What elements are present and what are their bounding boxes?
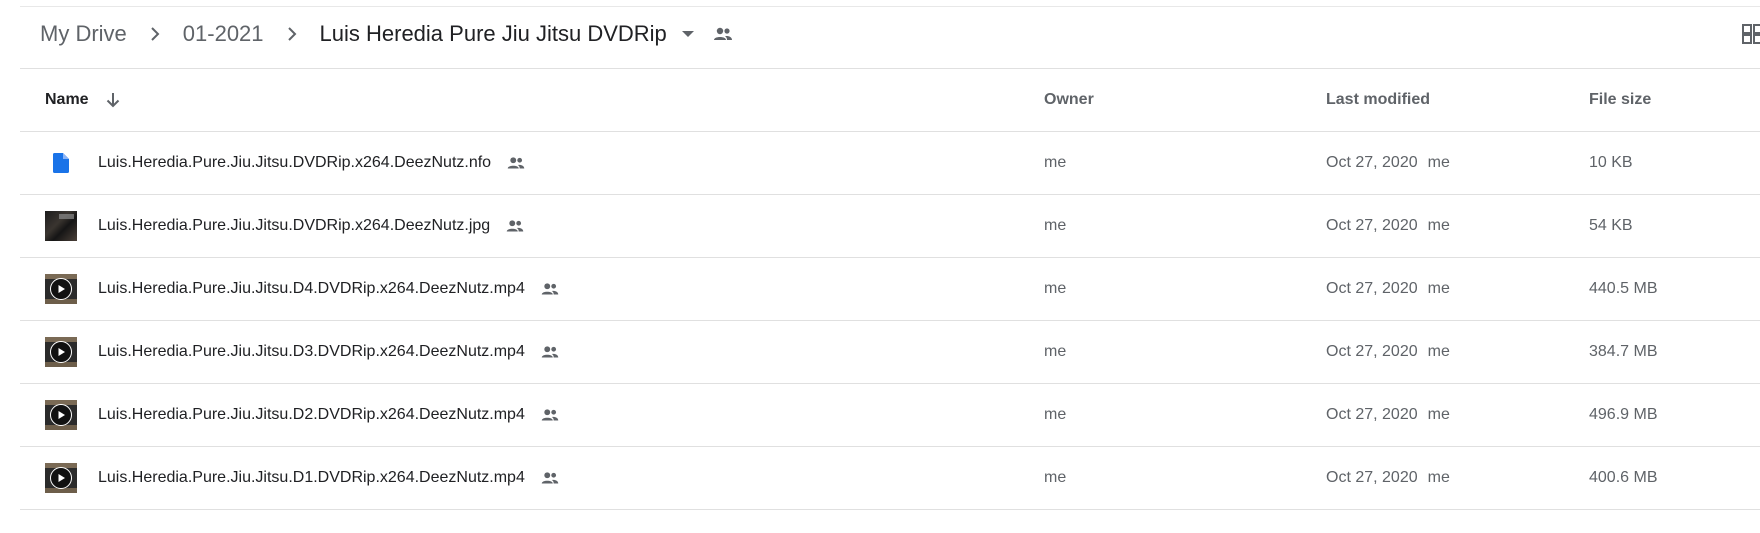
file-modified: Oct 27, 2020 me bbox=[1326, 132, 1450, 194]
play-icon bbox=[50, 341, 72, 363]
file-size: 54 KB bbox=[1589, 217, 1633, 234]
file-owner: me bbox=[1044, 406, 1067, 423]
video-thumbnail-preview bbox=[45, 274, 77, 304]
column-header-file-size[interactable]: File size bbox=[1589, 69, 1651, 131]
file-size: 496.9 MB bbox=[1589, 406, 1658, 423]
grid-view-icon[interactable] bbox=[1742, 24, 1760, 44]
file-name: Luis.Heredia.Pure.Jiu.Jitsu.D4.DVDRip.x2… bbox=[98, 258, 561, 320]
breadcrumb-01-2021[interactable]: 01-2021 bbox=[183, 21, 264, 47]
image-thumbnail-preview bbox=[45, 211, 77, 241]
file-row[interactable]: Luis.Heredia.Pure.Jiu.Jitsu.D3.DVDRip.x2… bbox=[20, 321, 1760, 384]
video-thumbnail-preview bbox=[45, 337, 77, 367]
file-name-text: Luis.Heredia.Pure.Jiu.Jitsu.D2.DVDRip.x2… bbox=[98, 406, 525, 423]
file-row[interactable]: Luis.Heredia.Pure.Jiu.Jitsu.D1.DVDRip.x2… bbox=[20, 447, 1760, 510]
file-size: 384.7 MB bbox=[1589, 343, 1658, 360]
column-header-last-modified[interactable]: Last modified bbox=[1326, 69, 1430, 131]
file-modified: Oct 27, 2020 me bbox=[1326, 321, 1450, 383]
file-owner: me bbox=[1044, 154, 1067, 171]
column-header-name-label: Name bbox=[45, 91, 89, 108]
file-modified-date: Oct 27, 2020 bbox=[1326, 343, 1418, 360]
file-row[interactable]: Luis.Heredia.Pure.Jiu.Jitsu.DVDRip.x264.… bbox=[20, 132, 1760, 195]
file-modified-by: me bbox=[1427, 154, 1450, 171]
play-icon bbox=[50, 404, 72, 426]
file-name-text: Luis.Heredia.Pure.Jiu.Jitsu.DVDRip.x264.… bbox=[98, 217, 491, 234]
file-row[interactable]: Luis.Heredia.Pure.Jiu.Jitsu.D2.DVDRip.x2… bbox=[20, 384, 1760, 447]
people-icon bbox=[504, 215, 526, 237]
people-icon bbox=[505, 152, 527, 174]
file-modified: Oct 27, 2020 me bbox=[1326, 384, 1450, 446]
file-modified: Oct 27, 2020 me bbox=[1326, 447, 1450, 509]
file-owner: me bbox=[1044, 217, 1067, 234]
people-icon[interactable] bbox=[711, 22, 735, 46]
chevron-right-icon bbox=[147, 26, 163, 42]
video-thumbnail bbox=[45, 400, 77, 430]
column-header-owner[interactable]: Owner bbox=[1044, 69, 1094, 131]
file-size: 10 KB bbox=[1589, 154, 1633, 171]
breadcrumb-current-folder[interactable]: Luis Heredia Pure Jiu Jitsu DVDRip bbox=[320, 21, 667, 47]
file-modified-by: me bbox=[1427, 406, 1450, 423]
file-modified-date: Oct 27, 2020 bbox=[1326, 280, 1418, 297]
video-thumbnail-preview bbox=[45, 463, 77, 493]
file-modified: Oct 27, 2020 me bbox=[1326, 195, 1450, 257]
play-icon bbox=[50, 278, 72, 300]
column-header-name[interactable]: Name bbox=[45, 69, 123, 131]
caret-down-icon[interactable] bbox=[681, 27, 695, 41]
breadcrumb-my-drive[interactable]: My Drive bbox=[40, 21, 127, 47]
breadcrumb: My Drive 01-2021 Luis Heredia Pure Jiu J… bbox=[40, 12, 735, 56]
file-row[interactable]: Luis.Heredia.Pure.Jiu.Jitsu.D4.DVDRip.x2… bbox=[20, 258, 1760, 321]
file-size: 400.6 MB bbox=[1589, 469, 1658, 486]
video-thumbnail bbox=[45, 274, 77, 304]
file-modified: Oct 27, 2020 me bbox=[1326, 258, 1450, 320]
chevron-right-icon bbox=[284, 26, 300, 42]
file-name: Luis.Heredia.Pure.Jiu.Jitsu.DVDRip.x264.… bbox=[98, 132, 527, 194]
image-thumbnail bbox=[45, 211, 77, 241]
file-modified-by: me bbox=[1427, 343, 1450, 360]
file-list: Luis.Heredia.Pure.Jiu.Jitsu.DVDRip.x264.… bbox=[20, 132, 1760, 510]
left-gutter bbox=[0, 0, 20, 533]
file-modified-by: me bbox=[1427, 280, 1450, 297]
file-modified-date: Oct 27, 2020 bbox=[1326, 469, 1418, 486]
file-name: Luis.Heredia.Pure.Jiu.Jitsu.D1.DVDRip.x2… bbox=[98, 447, 561, 509]
video-thumbnail bbox=[45, 463, 77, 493]
file-modified-by: me bbox=[1427, 469, 1450, 486]
people-icon bbox=[539, 341, 561, 363]
file-modified-by: me bbox=[1427, 217, 1450, 234]
file-name-text: Luis.Heredia.Pure.Jiu.Jitsu.D3.DVDRip.x2… bbox=[98, 343, 525, 360]
file-name-text: Luis.Heredia.Pure.Jiu.Jitsu.D4.DVDRip.x2… bbox=[98, 280, 525, 297]
file-size: 440.5 MB bbox=[1589, 280, 1658, 297]
file-modified-date: Oct 27, 2020 bbox=[1326, 154, 1418, 171]
file-name-text: Luis.Heredia.Pure.Jiu.Jitsu.DVDRip.x264.… bbox=[98, 154, 492, 171]
video-thumbnail-preview bbox=[45, 400, 77, 430]
file-row[interactable]: Luis.Heredia.Pure.Jiu.Jitsu.DVDRip.x264.… bbox=[20, 195, 1760, 258]
file-list-header: Name Owner Last modified File size bbox=[20, 69, 1760, 132]
file-owner: me bbox=[1044, 280, 1067, 297]
file-name: Luis.Heredia.Pure.Jiu.Jitsu.D3.DVDRip.x2… bbox=[98, 321, 561, 383]
play-icon bbox=[50, 467, 72, 489]
file-owner: me bbox=[1044, 469, 1067, 486]
video-thumbnail bbox=[45, 337, 77, 367]
people-icon bbox=[539, 278, 561, 300]
file-name-text: Luis.Heredia.Pure.Jiu.Jitsu.D1.DVDRip.x2… bbox=[98, 469, 525, 486]
file-modified-date: Oct 27, 2020 bbox=[1326, 406, 1418, 423]
arrow-down-icon[interactable] bbox=[103, 90, 123, 110]
file-modified-date: Oct 27, 2020 bbox=[1326, 217, 1418, 234]
file-owner: me bbox=[1044, 343, 1067, 360]
top-edge bbox=[0, 0, 1760, 7]
document-icon bbox=[45, 148, 77, 178]
people-icon bbox=[539, 404, 561, 426]
file-name: Luis.Heredia.Pure.Jiu.Jitsu.DVDRip.x264.… bbox=[98, 195, 526, 257]
people-icon bbox=[539, 467, 561, 489]
file-name: Luis.Heredia.Pure.Jiu.Jitsu.D2.DVDRip.x2… bbox=[98, 384, 561, 446]
